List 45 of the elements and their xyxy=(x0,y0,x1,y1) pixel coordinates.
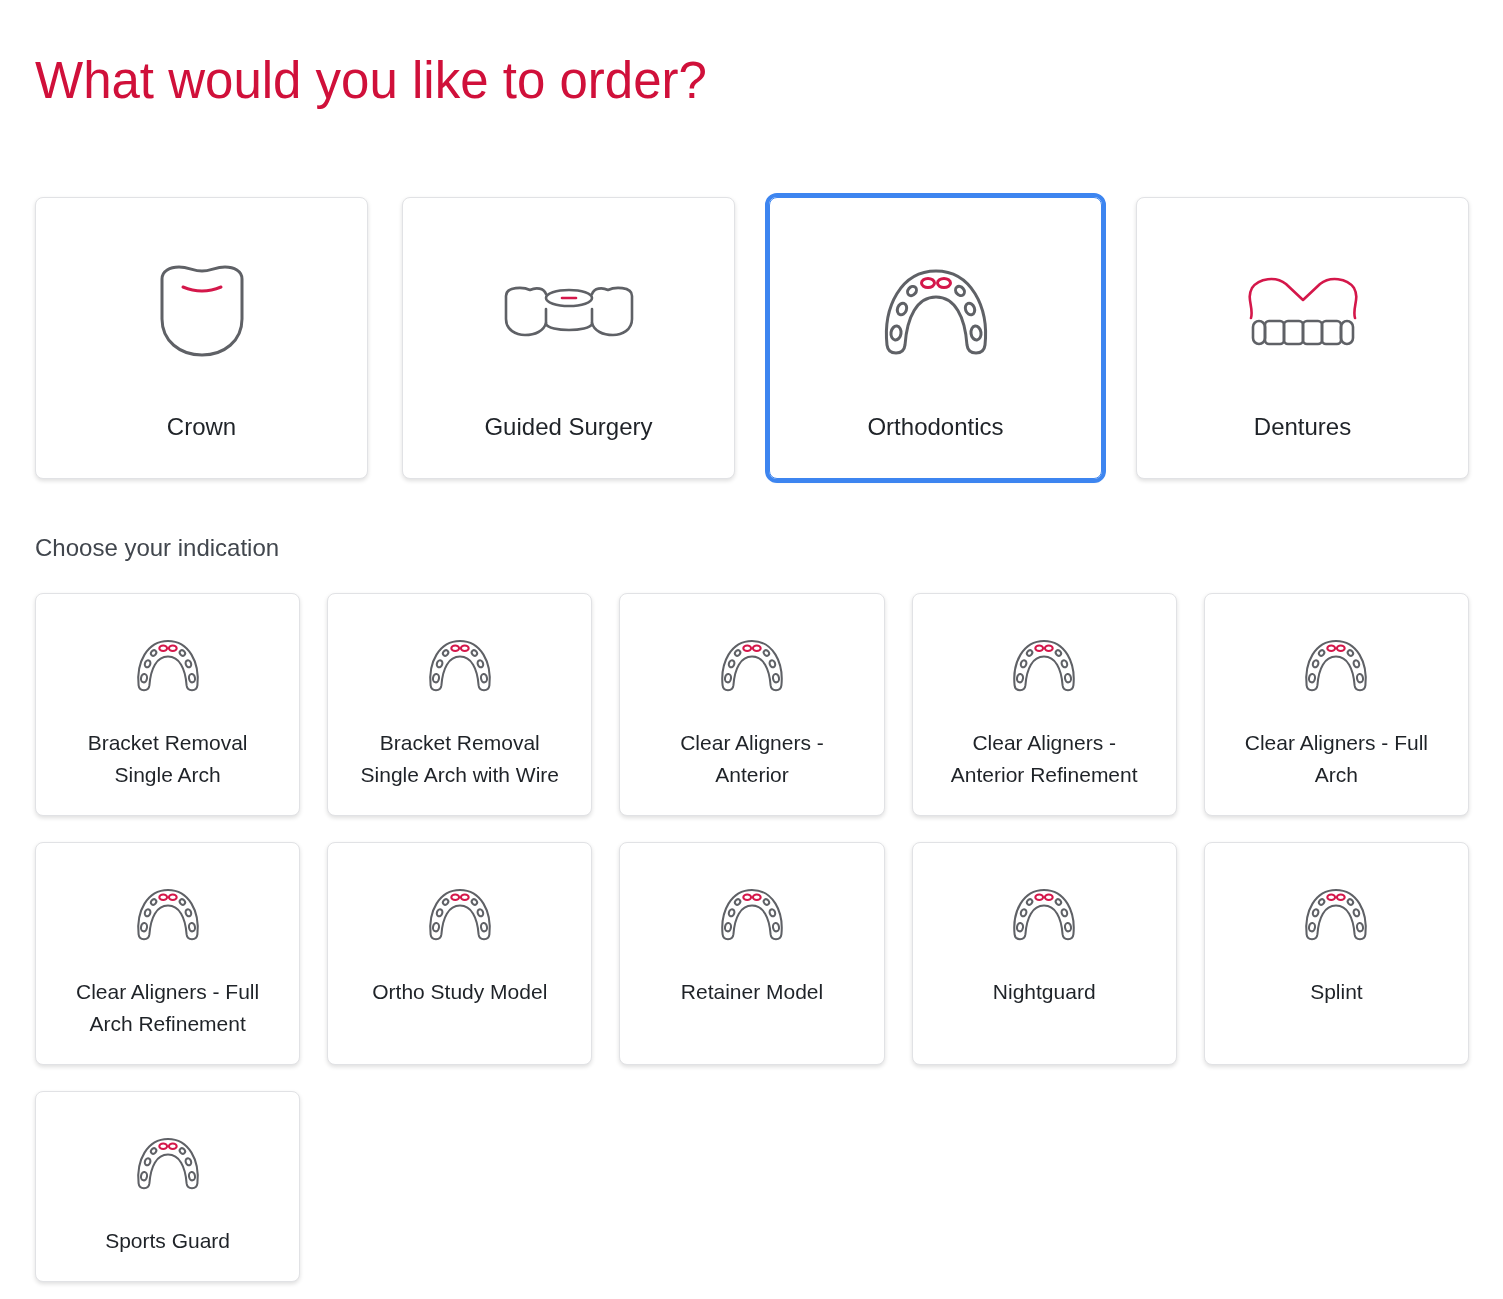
category-card[interactable]: Crown xyxy=(35,197,368,479)
dental-arch-icon xyxy=(426,638,493,692)
dental-arch-icon xyxy=(719,887,785,941)
indication-label: Clear Aligners - Anterior Refinement xyxy=(949,730,1139,788)
indication-card[interactable]: Retainer Model xyxy=(619,842,885,1065)
indication-label: Clear Aligners - Full Arch xyxy=(1243,730,1429,788)
indication-label: Retainer Model xyxy=(680,979,824,1005)
page-title: What would you like to order? xyxy=(35,51,707,111)
dental-arch-icon xyxy=(1011,638,1078,692)
category-label: Crown xyxy=(166,412,237,442)
dental-arch-icon xyxy=(719,638,785,692)
dental-arch-icon xyxy=(1303,887,1370,941)
indication-card[interactable]: Ortho Study Model xyxy=(327,842,593,1065)
dental-arch-icon xyxy=(134,1136,201,1190)
category-label: Orthodontics xyxy=(867,412,1004,442)
dental-arch-icon xyxy=(134,638,201,692)
dental-arch-icon xyxy=(134,887,201,941)
indication-label: Nightguard xyxy=(992,979,1096,1005)
indication-label: Bracket Removal Single Arch with Wire xyxy=(359,730,560,788)
indication-label: Splint xyxy=(1310,979,1363,1005)
indication-card[interactable]: Clear Aligners - Anterior xyxy=(619,593,885,816)
category-card[interactable]: Guided Surgery xyxy=(402,197,735,479)
category-card[interactable]: Dentures xyxy=(1136,197,1469,479)
indication-card[interactable]: Bracket Removal Single Arch with Wire xyxy=(327,593,593,816)
section-heading: Choose your indication xyxy=(35,533,280,563)
indication-label: Ortho Study Model xyxy=(372,979,548,1005)
dental-arch-icon xyxy=(1011,887,1078,941)
category-label: Dentures xyxy=(1253,412,1352,442)
indication-label: Sports Guard xyxy=(105,1228,231,1254)
indication-label: Clear Aligners - Full Arch Refinement xyxy=(74,979,261,1037)
indication-card[interactable]: Bracket Removal Single Arch xyxy=(35,593,301,816)
indication-card[interactable]: Sports Guard xyxy=(35,1091,301,1282)
indication-label: Clear Aligners - Anterior xyxy=(679,730,825,788)
category-label: Guided Surgery xyxy=(484,412,653,442)
indication-card[interactable]: Clear Aligners - Anterior Refinement xyxy=(911,593,1177,816)
indication-label: Bracket Removal Single Arch xyxy=(86,730,249,788)
indication-card[interactable]: Splint xyxy=(1203,842,1469,1065)
tooth-icon xyxy=(159,265,244,357)
indication-card[interactable]: Clear Aligners - Full Arch Refinement xyxy=(35,842,301,1065)
dental-arch-icon xyxy=(426,887,493,941)
indication-card[interactable]: Nightguard xyxy=(911,842,1177,1065)
indication-card[interactable]: Clear Aligners - Full Arch xyxy=(1203,593,1469,816)
denture-icon xyxy=(1245,276,1360,346)
dental-arch-icon xyxy=(1303,638,1370,692)
tooth-bridge-icon xyxy=(503,285,634,337)
